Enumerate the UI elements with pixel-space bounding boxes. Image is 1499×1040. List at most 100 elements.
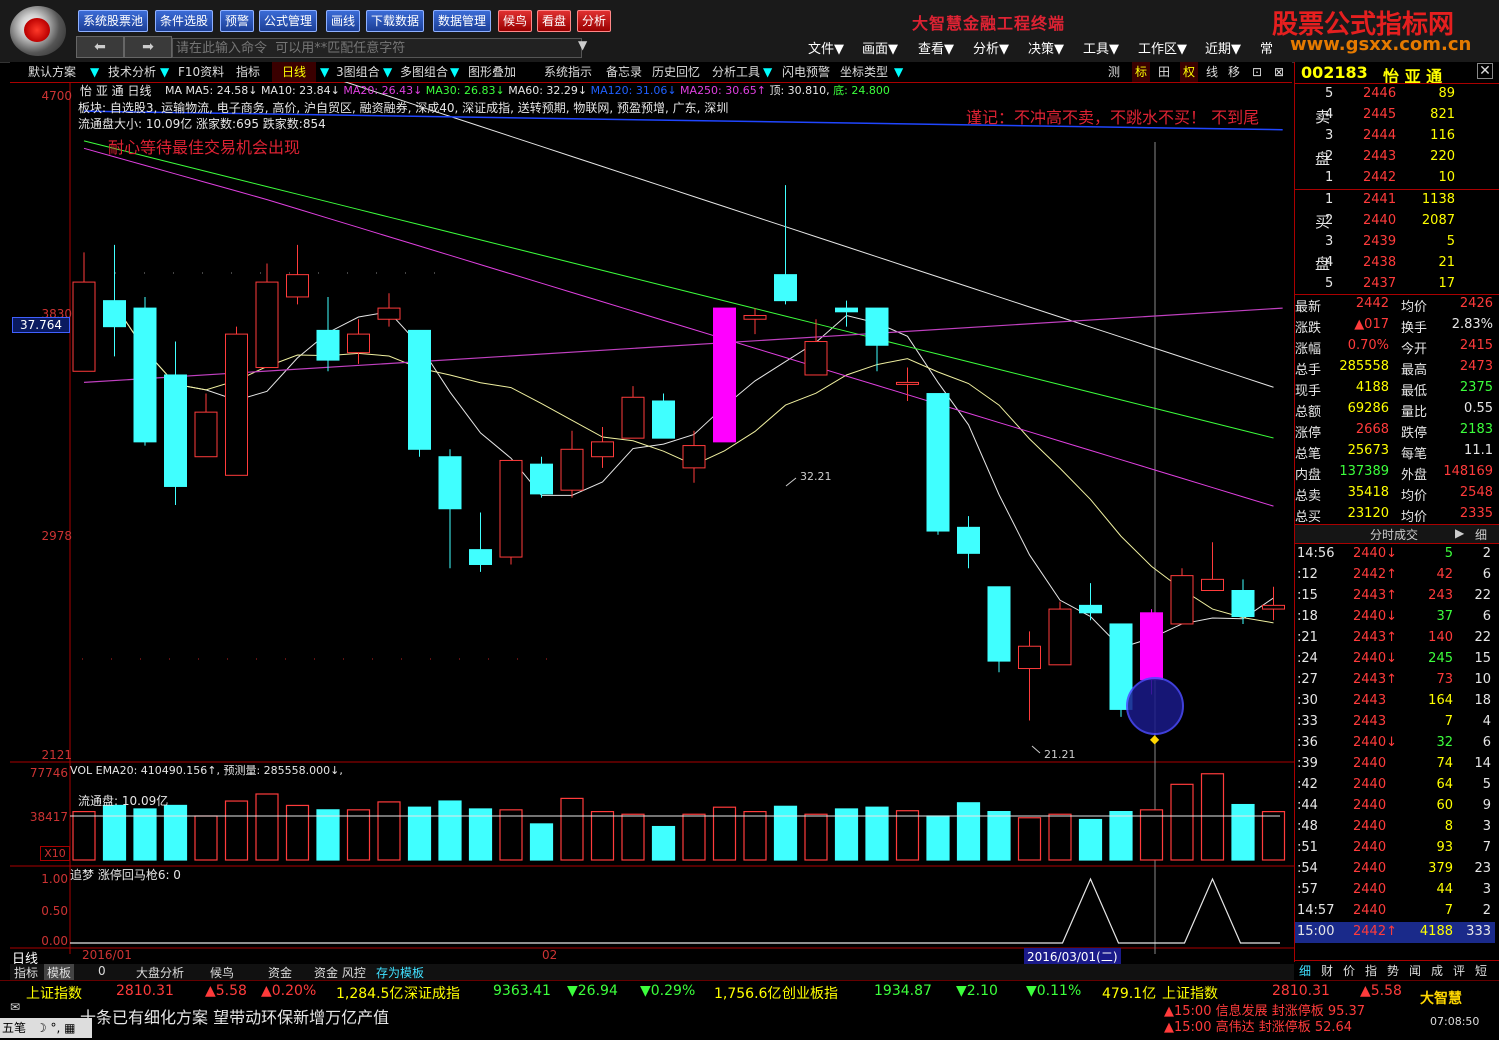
chevron-down-icon[interactable]: ▼ (383, 62, 392, 82)
tick-row[interactable]: :15 2443↑ 243 22 (1295, 586, 1495, 607)
daily-tab[interactable]: 日线 (272, 62, 317, 82)
grid-tool[interactable]: 田 (1158, 62, 1170, 82)
watch-market-button[interactable]: 看盘 (537, 10, 572, 32)
sell-level-row[interactable]: 3 2444 116 (1295, 126, 1495, 147)
indicator-tab[interactable]: 指标 (236, 62, 260, 82)
tick-row[interactable]: :33 2443 7 4 (1295, 712, 1495, 733)
buy-level-row[interactable]: 5 2437 17 (1295, 274, 1495, 295)
draw-line-button[interactable]: 画线 (326, 10, 361, 32)
chevron-down-icon[interactable]: ▼ (320, 62, 329, 82)
right-tab[interactable]: 评 (1453, 962, 1465, 979)
data-manager-button[interactable]: 数据管理 (433, 10, 492, 32)
kline-chart[interactable]: ◆ 4700 3830 2978 2121 37.764 怡 亚 通 日线 MA… (10, 82, 1294, 967)
tick-row[interactable]: :54 2440 379 23 (1295, 859, 1495, 880)
tick-row[interactable]: :36 2440↓ 32 6 (1295, 733, 1495, 754)
close-window-icon[interactable]: ⊠ (1274, 62, 1284, 82)
menu-file[interactable]: 文件▼ (808, 38, 844, 57)
chevron-down-icon[interactable]: ▼ (763, 62, 772, 82)
history-tab[interactable]: 历史回忆 (652, 62, 700, 82)
right-tab[interactable]: 成 (1431, 962, 1443, 979)
menu-view[interactable]: 查看▼ (918, 38, 954, 57)
menu-workspace[interactable]: 工作区▼ (1138, 38, 1187, 57)
f10-tab[interactable]: F10资料 (178, 62, 224, 82)
download-data-button[interactable]: 下载数据 (366, 10, 425, 32)
axis-type-tab[interactable]: 坐标类型 (840, 62, 888, 82)
chevron-down-icon[interactable]: ▼ (160, 62, 169, 82)
right-tab[interactable]: 势 (1387, 962, 1399, 979)
tab-market-analysis[interactable]: 大盘分析 (136, 964, 184, 981)
mark-tool[interactable]: 标 (1132, 62, 1151, 82)
stock-screen-button[interactable]: 条件选股 (155, 10, 214, 32)
menu-view-frame[interactable]: 画面▼ (862, 38, 898, 57)
tick-row[interactable]: :12 2442↑ 42 6 (1295, 565, 1495, 586)
right-tab[interactable]: 价 (1343, 962, 1355, 979)
memo-tab[interactable]: 备忘录 (606, 62, 642, 82)
ime-indicator[interactable]: 五笔 ☽ °, ▦ (0, 1018, 92, 1038)
measure-tool[interactable]: 测 (1108, 62, 1120, 82)
right-tab[interactable]: 指 (1365, 962, 1377, 979)
ticks-scroll-right-icon[interactable]: ▶ (1455, 526, 1464, 540)
ticks-detail-button[interactable]: 细 (1475, 526, 1487, 543)
right-tab[interactable]: 财 (1321, 962, 1333, 979)
tech-analysis-tab[interactable]: 技术分析 (108, 62, 156, 82)
rights-tool[interactable]: 权 (1180, 62, 1199, 82)
forward-arrow-icon[interactable]: ➡ (124, 36, 172, 58)
menu-recent[interactable]: 近期▼ (1205, 38, 1241, 57)
move-tool[interactable]: 移 (1228, 62, 1240, 82)
tick-row[interactable]: :51 2440 93 7 (1295, 838, 1495, 859)
sell-level-row[interactable]: 1 2442 10 (1295, 168, 1495, 189)
line-tool[interactable]: 线 (1206, 62, 1218, 82)
tab-capital-risk[interactable]: 资金 风控 (314, 964, 366, 981)
alert-2[interactable]: ▲15:00 高伟达 封涨停板 52.64 (1164, 1016, 1352, 1035)
multi-chart-combo[interactable]: 多图组合 (400, 62, 448, 82)
tick-row[interactable]: :57 2440 44 3 (1295, 880, 1495, 901)
tab-migrant-bird[interactable]: 候鸟 (210, 964, 234, 981)
command-dropdown-icon[interactable]: ▼ (578, 38, 587, 52)
tab-zero[interactable]: 0 (98, 964, 106, 978)
tick-row[interactable]: :39 2440 74 14 (1295, 754, 1495, 775)
restore-window-icon[interactable]: ⊡ (1252, 62, 1262, 82)
sell-level-row[interactable]: 5 2446 89 (1295, 84, 1495, 105)
tick-row[interactable]: :42 2440 64 5 (1295, 775, 1495, 796)
back-arrow-icon[interactable]: ⬅ (76, 36, 124, 58)
tab-capital[interactable]: 资金 (268, 964, 292, 981)
buy-level-row[interactable]: 1 2441 1138 (1295, 190, 1495, 211)
scheme-select[interactable]: 默认方案 (28, 62, 76, 82)
tab-template[interactable]: 模板 (44, 964, 75, 981)
analysis-tools-tab[interactable]: 分析工具 (712, 62, 760, 82)
analysis-button[interactable]: 分析 (577, 10, 612, 32)
menu-analysis[interactable]: 分析▼ (973, 38, 1009, 57)
formula-manager-button[interactable]: 公式管理 (259, 10, 318, 32)
tick-row[interactable]: :30 2443 164 18 (1295, 691, 1495, 712)
right-tab[interactable]: 闻 (1409, 962, 1421, 979)
tab-indicator[interactable]: 指标 (14, 964, 38, 981)
three-chart-combo[interactable]: 3图组合 (336, 62, 380, 82)
tick-row[interactable]: 15:00 2442↑ 4188 333 (1295, 922, 1495, 943)
stock-pool-button[interactable]: 系统股票池 (78, 10, 149, 32)
tick-row[interactable]: :18 2440↓ 37 6 (1295, 607, 1495, 628)
tick-row[interactable]: 14:57 2440 7 2 (1295, 901, 1495, 922)
buy-level-row[interactable]: 3 2439 5 (1295, 232, 1495, 253)
tick-row[interactable]: :21 2443↑ 140 22 (1295, 628, 1495, 649)
alert-button[interactable]: 预警 (220, 10, 255, 32)
mail-icon[interactable]: ✉ (10, 1000, 20, 1014)
chevron-down-icon[interactable]: ▼ (894, 62, 903, 82)
command-input[interactable] (172, 38, 582, 58)
tick-row[interactable]: :27 2443↑ 73 10 (1295, 670, 1495, 691)
migrant-bird-button[interactable]: 候鸟 (498, 10, 533, 32)
tick-row[interactable]: :24 2440↓ 245 15 (1295, 649, 1495, 670)
chevron-down-icon[interactable]: ▼ (450, 62, 459, 82)
menu-tools[interactable]: 工具▼ (1083, 38, 1119, 57)
flash-alert-tab[interactable]: 闪电预警 (782, 62, 830, 82)
tick-row[interactable]: :48 2440 8 3 (1295, 817, 1495, 838)
chevron-down-icon[interactable]: ▼ (90, 62, 99, 82)
overlay-tab[interactable]: 图形叠加 (468, 62, 516, 82)
tab-save-template[interactable]: 存为模板 (376, 964, 424, 981)
tick-row[interactable]: :44 2440 60 9 (1295, 796, 1495, 817)
right-tab[interactable]: 短 (1475, 962, 1487, 979)
menu-decision[interactable]: 决策▼ (1028, 38, 1064, 57)
system-indicator-tab[interactable]: 系统指示 (544, 62, 592, 82)
news-ticker[interactable]: 十条已有细化方案 望带动环保新增万亿产值 (80, 1004, 389, 1028)
close-icon[interactable]: ✕ (1477, 63, 1493, 79)
tick-row[interactable]: 14:56 2440↓ 5 2 (1295, 544, 1495, 565)
